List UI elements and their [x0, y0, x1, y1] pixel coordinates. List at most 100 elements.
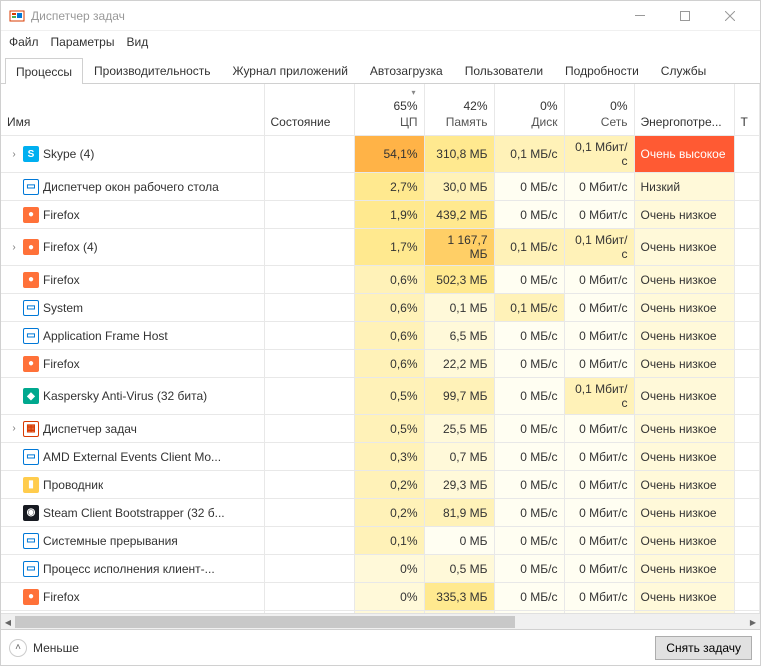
tab[interactable]: Журнал приложений [222, 57, 359, 83]
extra-cell [734, 229, 760, 266]
table-row[interactable]: ●Firefox0,6%22,2 МБ0 МБ/с0 Мбит/сОчень н… [1, 350, 760, 378]
table-row[interactable]: ▭System0,6%0,1 МБ0,1 МБ/с0 Мбит/сОчень н… [1, 294, 760, 322]
mem-cell: 29,3 МБ [424, 471, 494, 499]
app-icon [9, 8, 25, 24]
table-row[interactable]: ▭Процесс исполнения клиент-...0%0,5 МБ0 … [1, 555, 760, 583]
table-row[interactable]: ●Firefox1,9%439,2 МБ0 МБ/с0 Мбит/сОчень … [1, 201, 760, 229]
process-name: Firefox [43, 357, 80, 371]
net-cell: 0 Мбит/с [564, 443, 634, 471]
table-row[interactable]: ▭Диспетчер окон рабочего стола2,7%30,0 М… [1, 173, 760, 201]
col-header-disk[interactable]: 0%Диск [494, 84, 564, 136]
process-name: Firefox [43, 590, 80, 604]
disk-cell: 0,1 МБ/с [494, 229, 564, 266]
collapse-label[interactable]: Меньше [33, 641, 79, 655]
net-cell: 0 Мбит/с [564, 415, 634, 443]
cpu-cell: 0,3% [354, 443, 424, 471]
menu-item[interactable]: Параметры [51, 35, 115, 49]
maximize-button[interactable] [662, 1, 707, 31]
cpu-cell: 0% [354, 583, 424, 611]
table-row[interactable]: ›▦Диспетчер задач0,5%25,5 МБ0 МБ/с0 Мбит… [1, 415, 760, 443]
table-row[interactable]: ▮Проводник0,2%29,3 МБ0 МБ/с0 Мбит/сОчень… [1, 471, 760, 499]
extra-cell [734, 499, 760, 527]
table-row[interactable]: ›SSkype (4)54,1%310,8 МБ0,1 МБ/с0,1 Мбит… [1, 136, 760, 173]
process-name: Процесс исполнения клиент-... [43, 562, 215, 576]
scroll-left-icon[interactable]: ◀ [1, 614, 15, 630]
mem-cell: 0 МБ [424, 527, 494, 555]
cpu-cell: 0,6% [354, 266, 424, 294]
end-task-button[interactable]: Снять задачу [655, 636, 752, 660]
menu-item[interactable]: Файл [9, 35, 39, 49]
mem-cell: 30,0 МБ [424, 173, 494, 201]
col-header-status[interactable]: Состояние [264, 84, 354, 136]
table-row[interactable]: ›●Firefox (4)1,7%1 167,7 МБ0,1 МБ/с0,1 М… [1, 229, 760, 266]
sort-indicator-icon: ▾ [411, 88, 415, 97]
process-name: Системные прерывания [43, 534, 178, 548]
scroll-thumb[interactable] [15, 616, 515, 628]
tab[interactable]: Автозагрузка [359, 57, 454, 83]
table-row[interactable]: ●Firefox0%335,3 МБ0 МБ/с0 Мбит/сОчень ни… [1, 583, 760, 611]
table-row[interactable]: ▭Системные прерывания0,1%0 МБ0 МБ/с0 Мби… [1, 527, 760, 555]
cpu-cell: 0,6% [354, 350, 424, 378]
tab[interactable]: Службы [650, 57, 717, 83]
cpu-cell: 0,6% [354, 322, 424, 350]
table-row[interactable]: ◆Kaspersky Anti-Virus (32 бита)0,5%99,7 … [1, 378, 760, 415]
extra-cell [734, 294, 760, 322]
net-cell: 0,1 Мбит/с [564, 378, 634, 415]
tab[interactable]: Пользователи [454, 57, 554, 83]
cpu-cell: 0,1% [354, 527, 424, 555]
scroll-right-icon[interactable]: ▶ [746, 614, 760, 630]
horizontal-scrollbar[interactable]: ◀ ▶ [1, 613, 760, 629]
expander-icon[interactable]: › [9, 149, 19, 160]
titlebar: Диспетчер задач [1, 1, 760, 31]
table-row[interactable]: ◉Steam Client Bootstrapper (32 б...0,2%8… [1, 499, 760, 527]
kaspersky-icon: ◆ [23, 388, 39, 404]
status-cell [264, 415, 354, 443]
tab[interactable]: Производительность [83, 57, 221, 83]
process-name: Firefox [43, 273, 80, 287]
window-title: Диспетчер задач [31, 9, 617, 23]
col-header-memory[interactable]: 42%Память [424, 84, 494, 136]
col-header-network[interactable]: 0%Сеть [564, 84, 634, 136]
tab[interactable]: Подробности [554, 57, 650, 83]
process-name: Skype (4) [43, 147, 94, 161]
mem-cell: 0,7 МБ [424, 443, 494, 471]
extra-cell [734, 583, 760, 611]
mem-cell: 22,2 МБ [424, 350, 494, 378]
process-name: Диспетчер задач [43, 422, 137, 436]
mem-cell: 0,1 МБ [424, 294, 494, 322]
tab[interactable]: Процессы [5, 58, 83, 84]
mem-cell: 310,8 МБ [424, 136, 494, 173]
mem-cell: 25,5 МБ [424, 415, 494, 443]
power-cell: Очень низкое [634, 322, 734, 350]
mem-cell: 99,7 МБ [424, 378, 494, 415]
table-row[interactable]: ▭Application Frame Host0,6%6,5 МБ0 МБ/с0… [1, 322, 760, 350]
process-name: Firefox [43, 208, 80, 222]
expander-icon[interactable]: › [9, 242, 19, 253]
table-row[interactable]: ●Firefox0,6%502,3 МБ0 МБ/с0 Мбит/сОчень … [1, 266, 760, 294]
status-cell [264, 201, 354, 229]
window-icon: ▭ [23, 533, 39, 549]
cpu-cell: 1,9% [354, 201, 424, 229]
power-cell: Очень высокое [634, 136, 734, 173]
expander-icon[interactable]: › [9, 423, 19, 434]
col-header-extra[interactable]: Т [734, 84, 760, 136]
table-row[interactable]: ▭AMD External Events Client Mo...0,3%0,7… [1, 443, 760, 471]
net-cell: 0 Мбит/с [564, 499, 634, 527]
minimize-button[interactable] [617, 1, 662, 31]
mem-cell: 0,5 МБ [424, 555, 494, 583]
status-cell [264, 378, 354, 415]
cpu-cell: 0,6% [354, 294, 424, 322]
net-cell: 0,1 Мбит/с [564, 229, 634, 266]
cpu-cell: 0,5% [354, 378, 424, 415]
col-header-cpu[interactable]: ▾65%ЦП [354, 84, 424, 136]
menu-item[interactable]: Вид [126, 35, 148, 49]
collapse-toggle-button[interactable]: ˄ [9, 639, 27, 657]
col-header-power[interactable]: Энергопотре... [634, 84, 734, 136]
disk-cell: 0 МБ/с [494, 201, 564, 229]
col-header-name[interactable]: Имя [1, 84, 264, 136]
skype-icon: S [23, 146, 39, 162]
mem-cell: 6,5 МБ [424, 322, 494, 350]
window-icon: ▭ [23, 300, 39, 316]
close-button[interactable] [707, 1, 752, 31]
mem-cell: 439,2 МБ [424, 201, 494, 229]
